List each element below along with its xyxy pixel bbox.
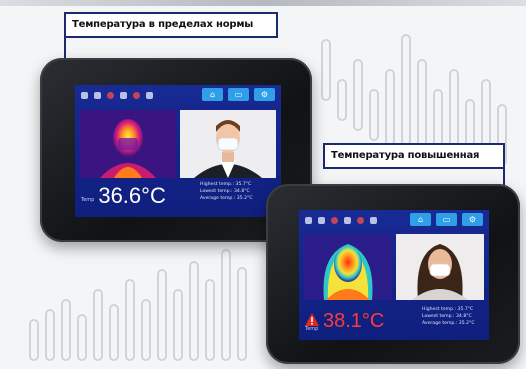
wifi-icon bbox=[94, 91, 101, 99]
thermal-image bbox=[304, 234, 392, 300]
home-icon[interactable]: ⌂ bbox=[410, 213, 431, 226]
home-icon[interactable]: ⌂ bbox=[202, 88, 223, 101]
temperature-stats: Highest temp.: 35.7°C Lowest temp.: 34.8… bbox=[422, 306, 475, 327]
terminal-screen: ⌂ ▭ ⚙ bbox=[299, 210, 489, 340]
lock-icon bbox=[344, 216, 351, 224]
status-bar bbox=[81, 89, 153, 101]
temperature-label: Temp bbox=[305, 326, 319, 332]
image-icon[interactable]: ▭ bbox=[436, 213, 457, 226]
temperature-label: Temp bbox=[81, 197, 95, 203]
user-icon bbox=[81, 91, 88, 99]
network-icon bbox=[370, 216, 377, 224]
thermal-terminal-elevated: ⌂ ▭ ⚙ 38.1°C Temp Highest temp.: 35.7°C … bbox=[266, 184, 520, 364]
highest-temp: Highest temp.: 35.7°C bbox=[200, 182, 252, 187]
temperature-readout: Temp 36.6°C bbox=[81, 185, 166, 207]
settings-icon[interactable]: ⚙ bbox=[462, 213, 483, 226]
lowest-temp: Lowest temp.: 34.8°C bbox=[422, 314, 472, 319]
highest-temp: Highest temp.: 35.7°C bbox=[422, 307, 474, 312]
temperature-stats: Highest temp.: 35.7°C Lowest temp.: 34.8… bbox=[200, 181, 253, 202]
alert-icon bbox=[357, 216, 364, 224]
temperature-value: 36.6°C bbox=[98, 183, 166, 208]
terminal-screen: ⌂ ▭ ⚙ bbox=[75, 85, 281, 217]
temperature-value: 38.1°C bbox=[323, 310, 385, 332]
image-icon[interactable]: ▭ bbox=[228, 88, 249, 101]
network-icon bbox=[146, 91, 153, 99]
average-temp: Average temp.: 35.2°C bbox=[200, 196, 253, 201]
alert-icon bbox=[133, 91, 140, 99]
settings-icon[interactable]: ⚙ bbox=[254, 88, 275, 101]
screen-toolbar: ⌂ ▭ ⚙ bbox=[410, 213, 483, 226]
warning-icon bbox=[305, 313, 319, 326]
thermal-image bbox=[80, 110, 176, 178]
lowest-temp: Lowest temp.: 34.8°C bbox=[200, 189, 250, 194]
callout-elevated-temperature: Температура повышенная bbox=[323, 143, 505, 169]
wifi-icon bbox=[318, 216, 325, 224]
user-icon bbox=[305, 216, 312, 224]
record-icon bbox=[107, 91, 114, 99]
status-bar bbox=[305, 214, 377, 226]
camera-image bbox=[180, 110, 276, 178]
record-icon bbox=[331, 216, 338, 224]
screen-toolbar: ⌂ ▭ ⚙ bbox=[202, 88, 275, 101]
callout-normal-temperature: Температура в пределах нормы bbox=[64, 12, 278, 38]
callout-leader-line bbox=[64, 36, 66, 60]
lock-icon bbox=[120, 91, 127, 99]
average-temp: Average temp.: 35.2°C bbox=[422, 321, 475, 326]
camera-image bbox=[396, 234, 484, 300]
